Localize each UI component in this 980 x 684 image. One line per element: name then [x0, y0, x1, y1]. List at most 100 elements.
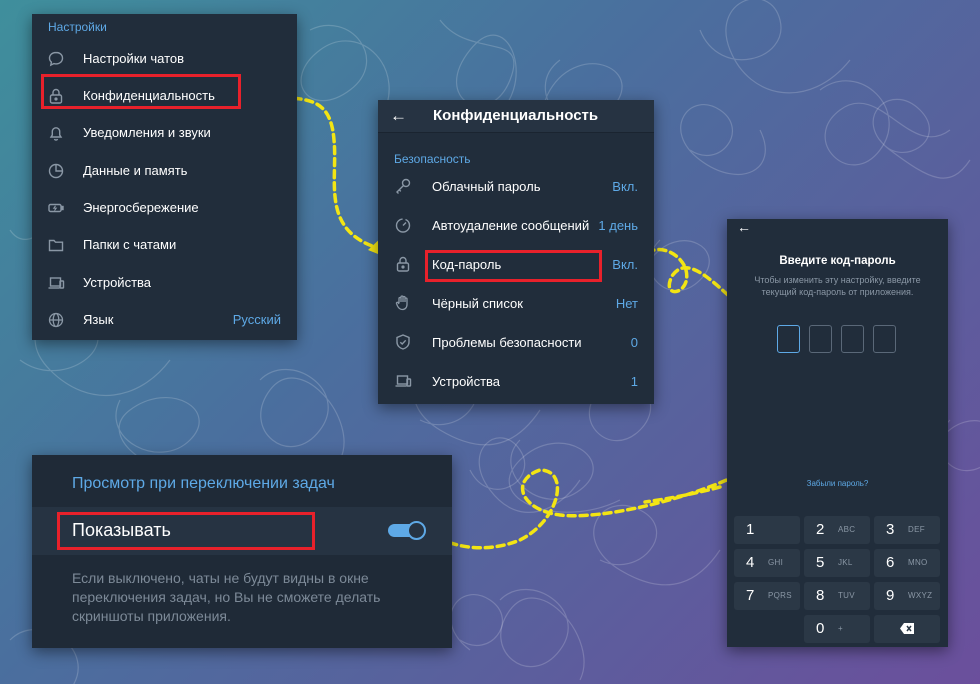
key-digit: 1 [746, 521, 755, 538]
key-digit: 7 [746, 587, 755, 604]
chat-bubble-icon [47, 50, 65, 68]
passcode-digit-1[interactable] [777, 325, 800, 353]
key-digit: 8 [816, 587, 825, 604]
show-preview-toggle[interactable] [388, 521, 426, 540]
privacy-item-label: Устройства [432, 374, 501, 389]
folder-icon [47, 236, 65, 254]
back-arrow-icon[interactable]: ← [390, 106, 407, 126]
app-switcher-desc-1: Если выключено, чаты не будут видны в ок… [72, 570, 369, 586]
settings-item-label: Язык [83, 312, 114, 327]
keypad-key-3[interactable]: 3 DEF [874, 516, 940, 544]
keypad-key-4[interactable]: 4 GHI [734, 549, 800, 577]
keypad-key-6[interactable]: 6 MNO [874, 549, 940, 577]
keypad-key-5[interactable]: 5 JKL [804, 549, 870, 577]
key-digit: 9 [886, 587, 895, 604]
settings-item-chats[interactable]: Настройки чатов [32, 40, 297, 77]
privacy-item-value: 1 день [598, 218, 638, 233]
passcode-title: Введите код-пароль [779, 255, 896, 267]
privacy-item-value: 1 [630, 374, 638, 389]
hand-icon [394, 294, 412, 312]
keypad-backspace[interactable] [874, 615, 940, 643]
timer-icon [394, 216, 412, 234]
toggle-knob [407, 521, 426, 540]
privacy-item-label: Автоудаление сообщений [432, 218, 590, 233]
key-letters: DEF [908, 525, 925, 534]
app-switcher-desc-3: скриншоты приложения. [72, 608, 231, 624]
passcode-panel: ← Введите код-пароль Чтобы изменить эту … [727, 219, 948, 647]
backspace-icon [899, 622, 915, 640]
passcode-subtitle-2: текущий код-пароль от приложения. [761, 287, 914, 297]
key-digit: 3 [886, 521, 895, 538]
keypad-key-8[interactable]: 8 TUV [804, 582, 870, 610]
settings-item-data[interactable]: Данные и память [32, 152, 297, 189]
key-letters: + [838, 624, 843, 633]
battery-icon [47, 199, 65, 217]
privacy-item-label: Облачный пароль [432, 179, 541, 194]
app-switcher-title: Просмотр при переключении задач [72, 475, 335, 492]
keypad-key-1[interactable]: 1 [734, 516, 800, 544]
settings-item-label: Данные и память [83, 163, 188, 178]
settings-item-power[interactable]: Энергосбережение [32, 189, 297, 226]
settings-item-folders[interactable]: Папки с чатами [32, 226, 297, 263]
settings-section-title: Настройки [48, 20, 107, 34]
privacy-item-label: Чёрный список [432, 296, 523, 311]
settings-item-language[interactable]: Язык Русский [32, 301, 297, 338]
key-digit: 2 [816, 521, 825, 538]
key-digit: 6 [886, 554, 895, 571]
privacy-title: Конфиденциальность [433, 107, 599, 124]
highlight-privacy [41, 74, 241, 109]
privacy-item-label: Проблемы безопасности [432, 335, 582, 350]
bell-icon [47, 124, 65, 142]
app-switcher-desc-2: переключения задач, но Вы не сможете дел… [72, 589, 381, 605]
privacy-header: ← Конфиденциальность [378, 100, 654, 133]
key-digit: 5 [816, 554, 825, 571]
settings-item-label: Энергосбережение [83, 200, 199, 215]
privacy-item-value: Нет [615, 296, 638, 311]
globe-icon [47, 311, 65, 329]
privacy-item-security-issues[interactable]: Проблемы безопасности 0 [378, 323, 654, 362]
settings-item-label: Папки с чатами [83, 237, 177, 252]
settings-panel: Настройки Настройки чатов Конфиденциальн… [32, 14, 297, 340]
privacy-item-auto-delete[interactable]: Автоудаление сообщений 1 день [378, 206, 654, 245]
settings-item-notifications[interactable]: Уведомления и звуки [32, 114, 297, 151]
back-arrow-icon[interactable]: ← [737, 219, 751, 235]
privacy-section-title: Безопасность [394, 152, 471, 166]
highlight-passcode [425, 250, 602, 282]
devices-icon [47, 274, 65, 292]
key-digit: 4 [746, 554, 755, 571]
key-letters: JKL [838, 558, 853, 567]
shield-icon [394, 333, 412, 351]
language-value: Русский [232, 312, 281, 327]
key-letters: TUV [838, 591, 855, 600]
settings-item-label: Уведомления и звуки [83, 125, 211, 140]
keypad-key-7[interactable]: 7 PQRS [734, 582, 800, 610]
lock-icon [394, 255, 412, 273]
keypad-key-2[interactable]: 2 ABC [804, 516, 870, 544]
privacy-item-value: Вкл. [612, 257, 638, 272]
key-letters: ABC [838, 525, 856, 534]
key-letters: MNO [908, 558, 928, 567]
pie-chart-icon [47, 162, 65, 180]
passcode-digit-2[interactable] [809, 325, 832, 353]
privacy-item-value: Вкл. [612, 179, 638, 194]
passcode-digit-3[interactable] [841, 325, 864, 353]
key-letters: GHI [768, 558, 784, 567]
highlight-show-preview [57, 512, 315, 550]
settings-item-devices[interactable]: Устройства [32, 264, 297, 301]
privacy-item-value: 0 [630, 335, 638, 350]
keypad-key-9[interactable]: 9 WXYZ [874, 582, 940, 610]
privacy-item-blocklist[interactable]: Чёрный список Нет [378, 284, 654, 323]
app-switcher-panel: Просмотр при переключении задач Показыва… [32, 455, 452, 648]
settings-item-label: Устройства [83, 275, 152, 290]
passcode-subtitle-1: Чтобы изменить эту настройку, введите [754, 275, 921, 285]
key-letters: WXYZ [908, 591, 933, 600]
privacy-item-devices[interactable]: Устройства 1 [378, 362, 654, 401]
settings-item-label: Настройки чатов [83, 51, 185, 66]
privacy-item-cloud-password[interactable]: Облачный пароль Вкл. [378, 167, 654, 206]
keypad-key-0[interactable]: 0 + [804, 615, 870, 643]
devices-icon [394, 372, 412, 390]
passcode-digit-4[interactable] [873, 325, 896, 353]
key-icon [394, 177, 412, 195]
key-digit: 0 [816, 620, 825, 637]
forgot-passcode-link[interactable]: Забыли пароль? [727, 479, 948, 488]
